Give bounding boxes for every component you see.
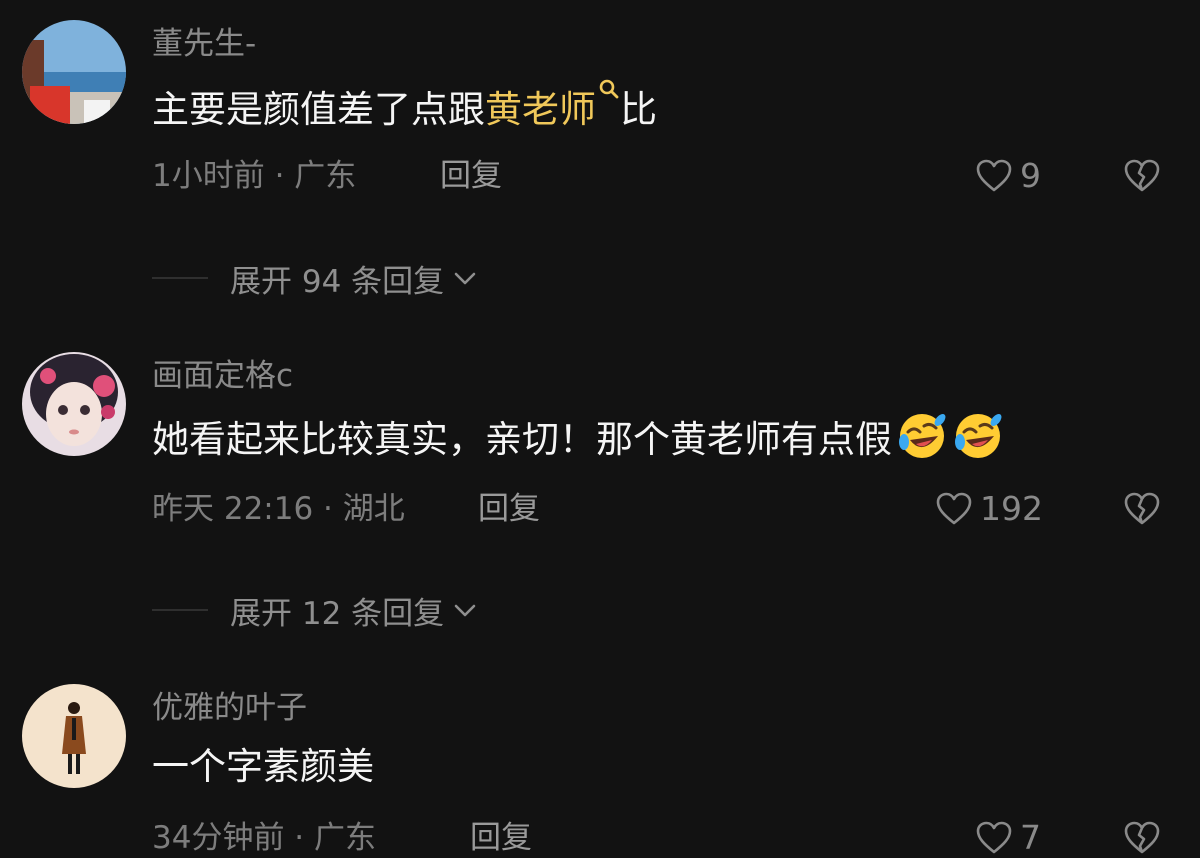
broken-heart-icon[interactable] bbox=[1122, 818, 1162, 858]
search-keyword-link[interactable]: 黄老师 bbox=[485, 88, 596, 131]
like-count: 192 bbox=[980, 489, 1043, 528]
comment-text-part: 比 bbox=[620, 88, 657, 131]
comment-text-part: 主要是颜值差了点跟 bbox=[152, 88, 485, 131]
rolling-on-floor-laughing-emoji bbox=[899, 414, 946, 458]
avatar[interactable] bbox=[22, 20, 126, 124]
expand-replies-label: 展开 94 条回复 bbox=[230, 263, 445, 300]
avatar[interactable] bbox=[22, 684, 126, 788]
reply-button[interactable]: 回复 bbox=[440, 156, 502, 196]
comment-text: 她看起来比较真实，亲切！那个黄老师有点假 bbox=[152, 410, 1004, 465]
expand-replies-button[interactable]: 展开 94 条回复 bbox=[152, 258, 480, 300]
divider bbox=[152, 277, 208, 279]
reply-button[interactable]: 回复 bbox=[470, 818, 532, 858]
comment-text-part: 她看起来比较真实，亲切！那个黄老师有点假 bbox=[152, 418, 892, 461]
chevron-down-icon bbox=[454, 604, 476, 617]
avatar[interactable] bbox=[22, 352, 126, 456]
like-button[interactable]: 192 bbox=[934, 489, 1043, 529]
divider bbox=[152, 609, 208, 611]
comment-time-location: 1小时前 · 广东 bbox=[152, 158, 357, 194]
like-button[interactable]: 9 bbox=[974, 156, 1041, 196]
like-count: 9 bbox=[1020, 156, 1041, 195]
heart-icon bbox=[976, 821, 1012, 854]
expand-replies-button[interactable]: 展开 12 条回复 bbox=[152, 590, 480, 632]
comment-text: 主要是颜值差了点跟黄老师比 bbox=[152, 78, 657, 135]
expand-replies-label: 展开 12 条回复 bbox=[230, 595, 445, 632]
rolling-on-floor-laughing-emoji bbox=[955, 414, 1002, 458]
broken-heart-icon[interactable] bbox=[1122, 156, 1162, 196]
like-button[interactable]: 7 bbox=[974, 818, 1041, 858]
username[interactable]: 画面定格c bbox=[152, 356, 293, 396]
username[interactable]: 董先生- bbox=[152, 24, 256, 64]
broken-heart-icon[interactable] bbox=[1122, 489, 1162, 529]
heart-icon bbox=[936, 492, 972, 525]
comment-time-location: 34分钟前 · 广东 bbox=[152, 820, 377, 856]
heart-icon bbox=[976, 159, 1012, 192]
comment-time-location: 昨天 22:16 · 湖北 bbox=[152, 491, 405, 527]
search-icon[interactable] bbox=[598, 78, 620, 100]
chevron-down-icon bbox=[454, 272, 476, 285]
comment-text: 一个字素颜美 bbox=[152, 745, 374, 788]
like-count: 7 bbox=[1020, 818, 1041, 857]
username[interactable]: 优雅的叶子 bbox=[152, 688, 307, 728]
reply-button[interactable]: 回复 bbox=[478, 489, 540, 529]
